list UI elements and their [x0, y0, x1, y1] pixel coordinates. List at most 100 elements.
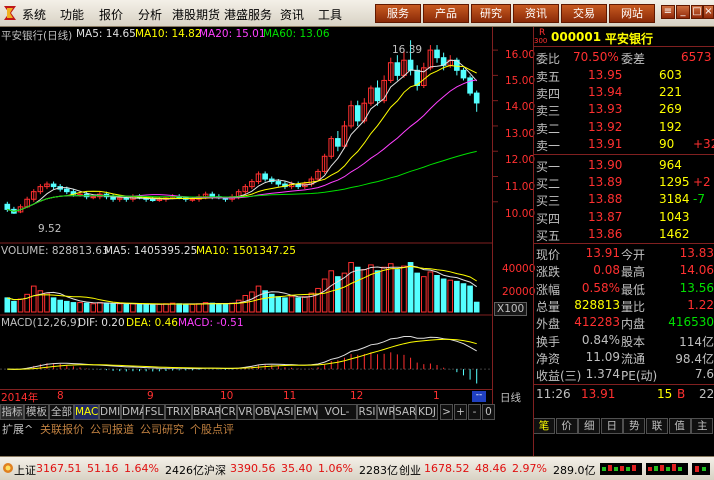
app-logo-icon — [4, 6, 16, 20]
tab-control-button[interactable]: - — [468, 404, 481, 420]
quote-tab[interactable]: 笔 — [533, 418, 555, 434]
tick-row: 11:26 13.91 15 B 228 — [533, 384, 714, 401]
volume-bar — [24, 293, 30, 313]
indicator-tab[interactable]: 模板 — [24, 404, 49, 420]
level-label: 买二 — [536, 177, 561, 192]
tab-control-button[interactable]: 0 — [482, 404, 495, 420]
product-button[interactable]: 产品 — [423, 4, 469, 23]
range-selector-button[interactable]: -- — [472, 391, 486, 402]
price-tick: 15.00 — [505, 75, 536, 87]
indicator-tab[interactable]: SAR — [394, 404, 416, 420]
quote-tab[interactable]: 势 — [623, 418, 646, 434]
indicator-tab[interactable]: OBV — [254, 404, 277, 420]
bid-row[interactable]: 买二 13.89 1295 +2 — [533, 174, 714, 191]
ask-row[interactable]: 卖二 13.92 192 — [533, 119, 714, 136]
research-button[interactable]: 研究 — [471, 4, 511, 23]
menu-tools[interactable]: 工具 — [318, 6, 342, 23]
indicator-tab[interactable]: WR — [377, 404, 396, 420]
indicator-tab[interactable]: RSI — [357, 404, 377, 420]
indicator-tab[interactable]: VR — [237, 404, 254, 420]
kline-chart-area[interactable]: 平安银行(日线) MA5: 14.65 MA10: 14.82 MA20: 15… — [0, 27, 535, 412]
quote-tab[interactable]: 价 — [555, 418, 578, 434]
trade-button[interactable]: 交易 — [561, 4, 607, 23]
minimize-icon[interactable]: _ — [676, 5, 690, 19]
close-icon[interactable]: × — [703, 5, 714, 19]
indicator-tab[interactable]: DMA — [121, 404, 146, 420]
indicator-tab[interactable]: TRIX — [165, 404, 192, 420]
indicator-tab[interactable]: BRAR — [192, 404, 222, 420]
period-label[interactable]: 日线 — [500, 390, 521, 405]
indicator-tab[interactable]: FSL — [143, 404, 165, 420]
menu-info[interactable]: 资讯 — [280, 6, 304, 23]
volume-bar — [222, 303, 229, 313]
menu-system[interactable]: 系统 — [22, 6, 46, 23]
candle-body — [467, 77, 473, 94]
menu-hk-futures[interactable]: 港股期货 — [172, 6, 220, 23]
ask-row[interactable]: 卖四 13.94 221 — [533, 84, 714, 101]
level-change: -7 — [693, 192, 705, 207]
index-name[interactable]: 创业 — [399, 462, 421, 478]
quote-tab[interactable]: 细 — [578, 418, 601, 434]
ask-row[interactable]: 卖一 13.91 90 +32 — [533, 136, 714, 153]
indicator-tab[interactable]: 指标 — [0, 404, 24, 420]
level-label: 卖二 — [536, 121, 561, 136]
indicator-tab[interactable]: EMV — [295, 404, 319, 420]
stat-value: 13.56 — [679, 280, 714, 295]
quote-tab[interactable]: 值 — [668, 418, 691, 434]
volume-bar — [182, 303, 189, 313]
bid-row[interactable]: 买四 13.87 1043 — [533, 209, 714, 226]
indicator-tab[interactable]: ASI — [275, 404, 295, 420]
stat-value: 13.83 — [679, 246, 714, 260]
quote-panel: R 300 000001 平安银行 委比 70.50% 委差 6573 卖五 13… — [533, 27, 714, 434]
weicha-label: 委差 — [621, 52, 646, 66]
dif-label: DIF: 0.20 — [78, 317, 125, 329]
tab-control-button[interactable]: + — [454, 404, 467, 420]
maximize-icon[interactable]: □ — [691, 5, 703, 19]
service-button[interactable]: 服务 — [375, 4, 421, 23]
vol-ma5-label: MA5: 1405395.25 — [104, 245, 198, 257]
menu-quote[interactable]: 报价 — [99, 6, 123, 23]
bid-row[interactable]: 买三 13.88 3184 -7 — [533, 191, 714, 208]
menu-service[interactable]: 港盛服务 — [224, 6, 272, 23]
menu-icon[interactable]: ≡ — [661, 5, 675, 19]
menu-analysis[interactable]: 分析 — [138, 6, 162, 23]
stock-name: 平安银行 — [605, 32, 654, 46]
company-report-link[interactable]: 公司报道 — [90, 421, 134, 437]
quote-tab[interactable]: 主 — [691, 418, 714, 434]
indicator-tab[interactable]: 全部 — [49, 404, 74, 420]
volume-bar — [447, 279, 454, 313]
index-change: 48.46 — [475, 462, 507, 475]
indicator-tab[interactable]: DMI — [99, 404, 121, 420]
tab-control-button[interactable]: > — [440, 404, 453, 420]
volume-bar — [116, 303, 123, 313]
quote-tab[interactable]: 日 — [600, 418, 623, 434]
volume-bar — [282, 297, 288, 313]
bid-row[interactable]: 买五 13.86 1462 — [533, 226, 714, 243]
news-button[interactable]: 资讯 — [513, 4, 559, 23]
expand-link[interactable]: 扩展^ — [2, 421, 33, 437]
stat-label: 股本 — [621, 334, 646, 349]
indicator-tab[interactable]: MACD — [74, 404, 106, 420]
stat-value: 0.58% — [581, 280, 620, 295]
index-name[interactable]: 沪深 — [204, 462, 226, 478]
bid-row[interactable]: 买一 13.90 964 — [533, 157, 714, 174]
volume-bar — [196, 303, 202, 313]
index-change: 35.40 — [281, 462, 313, 475]
website-button[interactable]: 网站 — [609, 4, 655, 23]
kline-chart[interactable] — [0, 27, 533, 412]
menu-function[interactable]: 功能 — [60, 6, 84, 23]
ask-row[interactable]: 卖五 13.95 603 — [533, 67, 714, 84]
stat-label: 今开 — [621, 248, 646, 262]
stock-comment-link[interactable]: 个股点评 — [190, 421, 234, 437]
ask-row[interactable]: 卖三 13.93 269 — [533, 101, 714, 118]
indicator-tab[interactable]: CR — [220, 404, 237, 420]
index-percent: 1.64% — [124, 462, 159, 475]
index-name[interactable]: 上证 — [14, 462, 36, 478]
volume-title: VOLUME: 828813.63 — [1, 245, 109, 257]
company-research-link[interactable]: 公司研究 — [140, 421, 184, 437]
related-quote-link[interactable]: 关联报价 — [40, 421, 84, 437]
quote-tab[interactable]: 联 — [646, 418, 668, 434]
indicator-tab[interactable]: KDJ — [416, 404, 438, 420]
price-tick: 13.00 — [505, 128, 536, 140]
indicator-tab[interactable]: VOL-TDX — [317, 404, 357, 432]
